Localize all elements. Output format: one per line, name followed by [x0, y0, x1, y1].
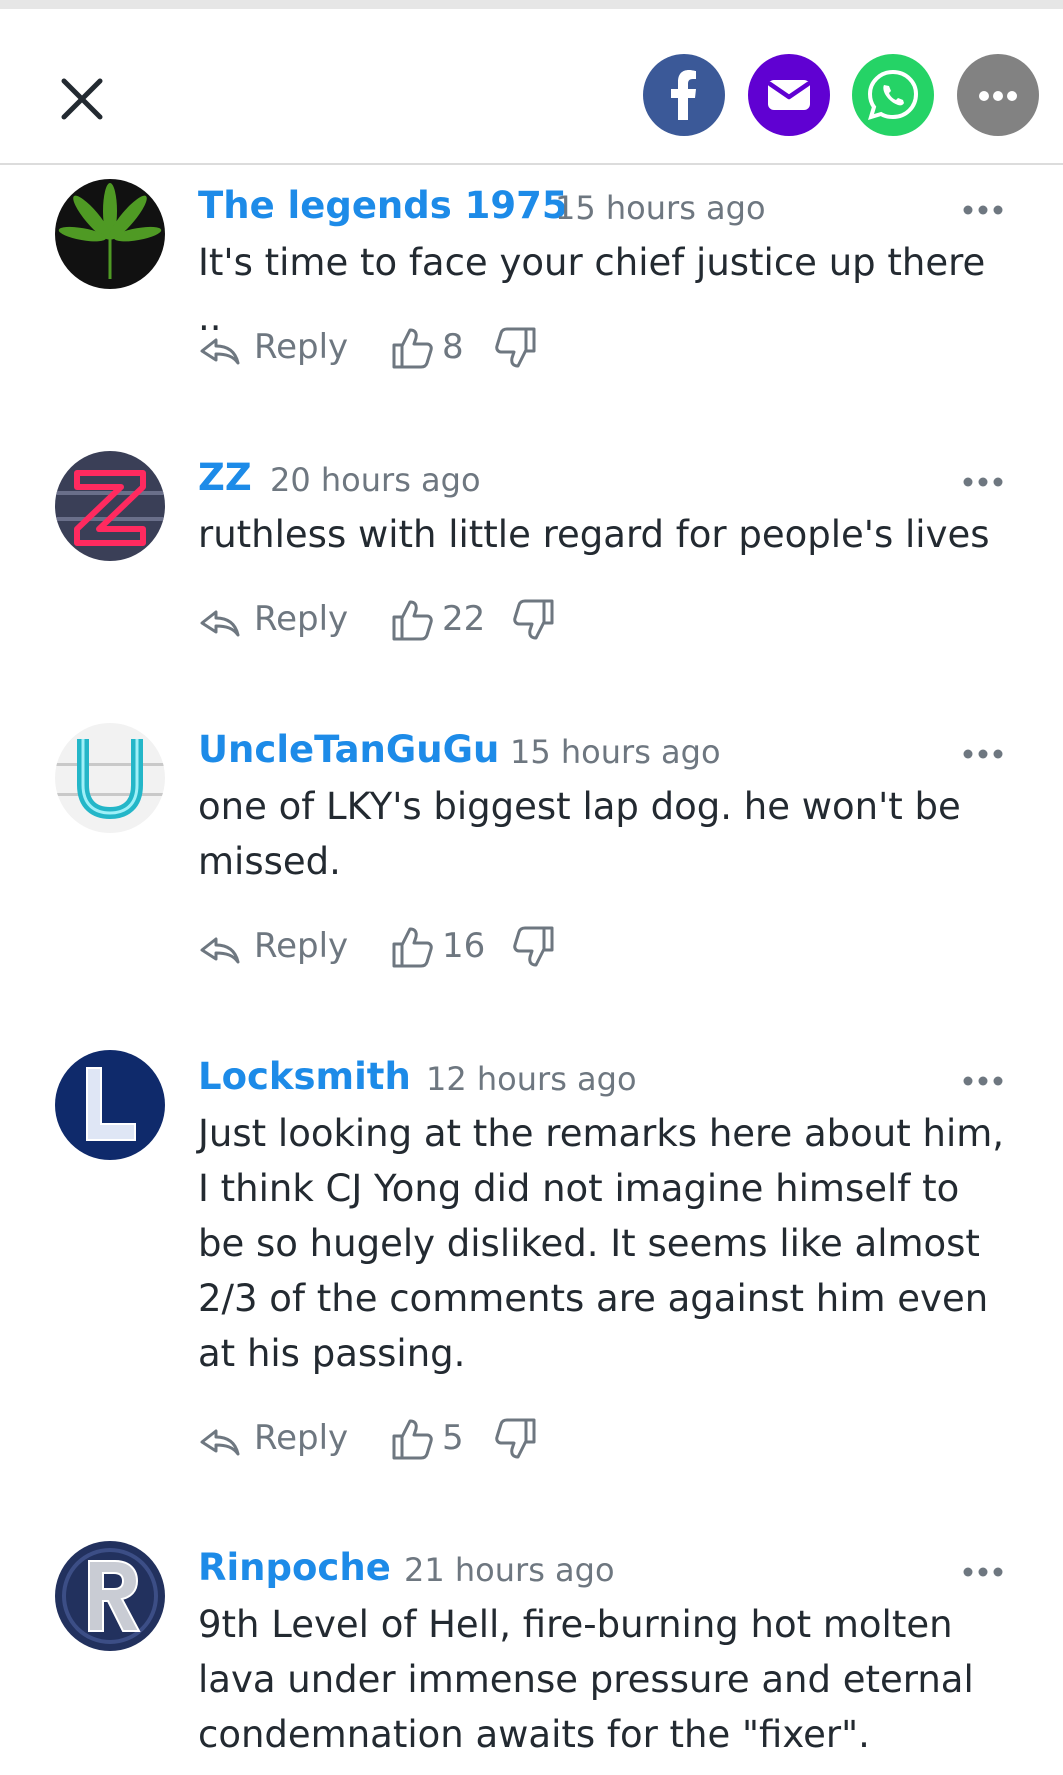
- like-count: 22: [442, 599, 486, 639]
- comment-username[interactable]: The legends 1975: [198, 184, 568, 227]
- comment-timestamp: 21 hours ago: [404, 1551, 615, 1589]
- comment-timestamp: 12 hours ago: [426, 1060, 637, 1098]
- comment-text-line: lava under immense pressure and eternal: [198, 1658, 974, 1701]
- mail-icon: [748, 54, 830, 136]
- letter-r-avatar-image: [55, 1541, 165, 1651]
- more-options-icon: [963, 205, 1003, 215]
- avatar[interactable]: [55, 723, 165, 833]
- comment-text: ruthless with little regard for people's…: [198, 507, 1018, 562]
- reply-label: Reply: [254, 1418, 349, 1458]
- thumbs-down-icon: [495, 327, 536, 368]
- reply-icon: [200, 1429, 240, 1456]
- reply-icon: [200, 937, 240, 964]
- comment-options-button[interactable]: [958, 1560, 1008, 1584]
- share-whatsapp-button[interactable]: [852, 54, 934, 136]
- facebook-icon: [643, 54, 725, 136]
- comment-username[interactable]: ZZ: [198, 456, 252, 499]
- comment-options-button[interactable]: [958, 198, 1008, 222]
- reply-label: Reply: [254, 327, 349, 367]
- dislike-button[interactable]: [512, 597, 556, 643]
- reply-label: Reply: [254, 926, 349, 966]
- thumbs-down-icon: [495, 1418, 536, 1459]
- share-facebook-button[interactable]: [643, 54, 725, 136]
- reply-label: Reply: [254, 599, 349, 639]
- like-button[interactable]: [390, 325, 434, 371]
- comment-text-line: 9th Level of Hell, fire-burning hot molt…: [198, 1603, 953, 1646]
- thumbs-up-icon: [392, 927, 433, 968]
- more-options-icon: [963, 749, 1003, 759]
- whatsapp-icon: [852, 54, 934, 136]
- avatar[interactable]: [55, 1050, 165, 1160]
- comment-text-line: missed.: [198, 840, 341, 883]
- avatar[interactable]: [55, 1541, 165, 1651]
- comment-timestamp: 15 hours ago: [510, 733, 721, 771]
- comment-options-button[interactable]: [958, 1069, 1008, 1093]
- letter-u-avatar-image: [55, 723, 165, 833]
- like-count: 16: [442, 926, 486, 966]
- avatar[interactable]: [55, 451, 165, 561]
- comment-actions: Reply 22: [198, 597, 898, 647]
- like-count: 8: [442, 327, 464, 367]
- thumbs-down-icon: [513, 599, 554, 640]
- comment-username[interactable]: Rinpoche: [198, 1546, 391, 1589]
- comment-text: Just looking at the remarks here about h…: [198, 1106, 1018, 1381]
- comment-text-line: condemnation awaits for the "fixer".: [198, 1713, 870, 1756]
- thumbs-down-icon: [513, 926, 554, 967]
- comment-timestamp: 15 hours ago: [555, 189, 766, 227]
- comment-username[interactable]: UncleTanGuGu: [198, 728, 499, 771]
- comment-options-button[interactable]: [958, 742, 1008, 766]
- reply-icon: [200, 338, 240, 365]
- more-icon: [957, 54, 1039, 136]
- comment-text-line: Just looking at the remarks here about h…: [198, 1112, 1005, 1155]
- more-options-icon: [963, 477, 1003, 487]
- like-button[interactable]: [390, 1416, 434, 1462]
- more-options-icon: [963, 1567, 1003, 1577]
- comment-options-button[interactable]: [958, 470, 1008, 494]
- comment-text: one of LKY's biggest lap dog. he won't b…: [198, 779, 1018, 889]
- avatar[interactable]: [55, 179, 165, 289]
- letter-z-avatar-image: [55, 451, 165, 561]
- share-email-button[interactable]: [748, 54, 830, 136]
- share-more-button[interactable]: [957, 54, 1039, 136]
- thumbs-up-icon: [392, 328, 433, 369]
- comment-text-line: ruthless with little regard for people's…: [198, 513, 990, 556]
- comment-text-line: at his passing.: [198, 1332, 466, 1375]
- comment-text: 9th Level of Hell, fire-burning hot molt…: [198, 1597, 1018, 1762]
- comment-username[interactable]: Locksmith: [198, 1055, 411, 1098]
- close-icon: [61, 78, 103, 120]
- like-count: 5: [442, 1418, 464, 1458]
- like-button[interactable]: [390, 597, 434, 643]
- comment-actions: Reply 16: [198, 924, 898, 974]
- leaf-avatar-image: [55, 179, 165, 289]
- letter-l-avatar-image: [55, 1050, 165, 1160]
- reply-icon: [200, 610, 240, 637]
- dislike-button[interactable]: [512, 924, 556, 970]
- thumbs-up-icon: [392, 1419, 433, 1460]
- dislike-button[interactable]: [494, 325, 538, 371]
- comment-text-line: 2/3 of the comments are against him even: [198, 1277, 989, 1320]
- comment-actions: Reply 8: [198, 325, 898, 375]
- top-divider: [0, 0, 1063, 9]
- more-options-icon: [963, 1076, 1003, 1086]
- share-header: [0, 9, 1063, 165]
- comment-text-line: be so hugely disliked. It seems like alm…: [198, 1222, 980, 1265]
- comment-timestamp: 20 hours ago: [270, 461, 481, 499]
- comment-text-line: one of LKY's biggest lap dog. he won't b…: [198, 785, 961, 828]
- close-button[interactable]: [58, 75, 106, 123]
- like-button[interactable]: [390, 924, 434, 970]
- comment-text-line: I think CJ Yong did not imagine himself …: [198, 1167, 960, 1210]
- thumbs-up-icon: [392, 600, 433, 641]
- dislike-button[interactable]: [494, 1416, 538, 1462]
- comment-actions: Reply 5: [198, 1416, 898, 1466]
